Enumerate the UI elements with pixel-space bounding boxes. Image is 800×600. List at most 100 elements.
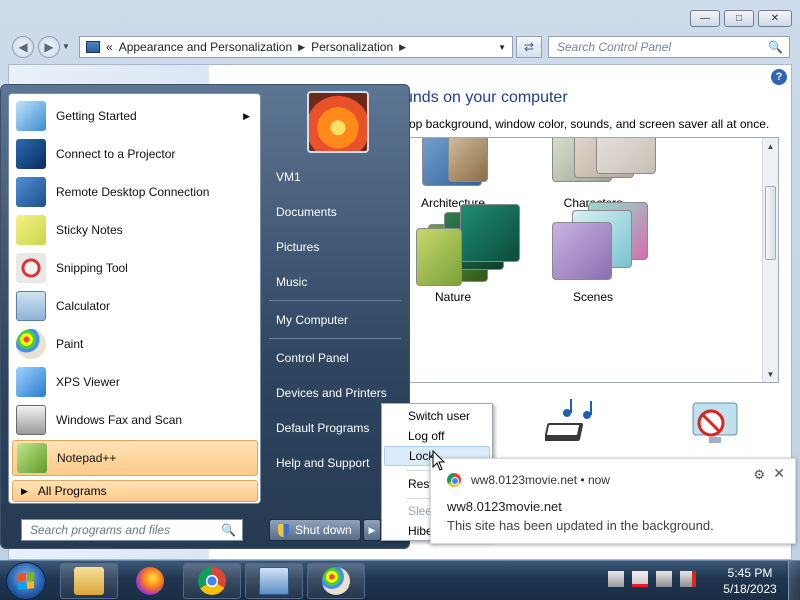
program-label: Connect to a Projector [56,147,176,161]
address-overflow[interactable]: « [106,40,113,54]
notification-title: ww8.0123movie.net [447,499,562,514]
system-tray [608,571,696,587]
taskbar-paint[interactable] [307,563,365,599]
show-desktop-button[interactable] [788,561,800,600]
minimize-button[interactable]: — [690,10,720,27]
taskbar-firefox[interactable] [121,563,179,599]
taskbar-chrome[interactable] [183,563,241,599]
taskbar-clock[interactable]: 5:45 PM 5/18/2023 [718,565,782,597]
program-label: Windows Fax and Scan [56,413,183,427]
screen-saver-icon[interactable] [685,397,745,451]
program-label: Paint [56,337,84,351]
close-button[interactable]: ✕ [758,10,792,27]
back-arrow-icon: ◀ [18,40,28,54]
chevron-right-icon: ▶ [368,524,376,535]
start-button[interactable] [6,562,46,600]
program-notepad-plus-plus[interactable]: Notepad++ [12,440,258,476]
program-remote-desktop[interactable]: Remote Desktop Connection [12,174,258,210]
back-button[interactable]: ◀ [12,36,34,58]
theme-thumbnail [552,222,612,280]
program-paint[interactable]: Paint [12,326,258,362]
flag-icon[interactable] [608,571,624,587]
forward-button[interactable]: ▶ [38,36,60,58]
start-menu: Getting Started ▶ Connect to a Projector… [0,84,410,549]
program-fax-scan[interactable]: Windows Fax and Scan [12,402,258,438]
themes-list: Architecture Characters Nature [407,137,779,383]
all-programs-label: All Programs [37,484,107,498]
start-item-control-panel[interactable]: Control Panel [266,344,406,372]
search-control-panel-input[interactable]: Search Control Panel 🔍 [548,36,790,58]
scroll-up-icon[interactable]: ▲ [763,138,778,154]
taskbar-control-panel[interactable] [245,563,303,599]
program-xps-viewer[interactable]: XPS Viewer [12,364,258,400]
theme-label: Nature [434,290,472,304]
program-label: Notepad++ [57,451,117,465]
network-icon[interactable] [656,571,672,587]
start-item-vm1[interactable]: VM1 [266,163,406,191]
sounds-icon[interactable] [544,397,605,451]
program-label: XPS Viewer [56,375,120,389]
breadcrumb-personalization[interactable]: Personalization [311,40,393,54]
volume-muted-icon[interactable] [680,571,696,587]
themes-scrollbar[interactable]: ▲ ▼ [762,138,778,382]
theme-characters[interactable]: Characters [528,138,658,210]
program-connect-projector[interactable]: Connect to a Projector [12,136,258,172]
xps-viewer-icon [16,367,46,397]
gear-icon[interactable]: ⚙ [753,467,765,483]
scroll-down-icon[interactable]: ▼ [763,366,778,382]
recent-pages-dropdown[interactable]: ▼ [62,42,70,51]
start-item-documents[interactable]: Documents [266,198,406,226]
help-icon[interactable]: ? [771,69,787,85]
calculator-icon [16,291,46,321]
refresh-button[interactable]: ⇄ [516,36,542,58]
submenu-arrow-icon[interactable]: ▶ [243,111,250,122]
breadcrumb-separator-icon[interactable]: ▶ [399,42,406,53]
start-item-my-computer[interactable]: My Computer [266,306,406,334]
menu-item-switch-user[interactable]: Switch user [384,406,490,426]
all-programs-arrow-icon: ▶ [21,485,28,496]
start-menu-divider [269,338,401,339]
refresh-icon: ⇄ [523,40,535,54]
start-item-pictures[interactable]: Pictures [266,233,406,261]
address-dropdown-icon[interactable]: ▼ [498,43,506,52]
control-panel-icon [86,41,100,53]
chrome-notification[interactable]: ww8.0123movie.net • now ⚙ ✕ ww8.0123movi… [430,458,796,544]
taskbar: 5:45 PM 5/18/2023 [0,560,800,600]
clock-time: 5:45 PM [727,566,773,580]
theme-scenes[interactable]: Scenes [528,202,658,304]
menu-item-log-off[interactable]: Log off [384,426,490,446]
page-heading: unds on your computer [404,89,568,106]
notification-source: ww8.0123movie.net • now [471,473,610,487]
program-calculator[interactable]: Calculator [12,288,258,324]
theme-label: Scenes [572,290,614,304]
maximize-button[interactable]: □ [724,10,754,27]
shutdown-button[interactable]: Shut down [269,519,361,541]
program-sticky-notes[interactable]: Sticky Notes [12,212,258,248]
search-icon[interactable]: 🔍 [221,523,236,537]
taskbar-explorer[interactable] [60,563,118,599]
user-picture[interactable] [307,91,369,153]
notification-dot: • [580,473,588,487]
theme-architecture[interactable]: Architecture [408,138,518,210]
close-icon[interactable]: ✕ [773,465,785,482]
search-icon[interactable]: 🔍 [768,40,783,54]
snipping-tool-icon [16,253,46,283]
program-label: Remote Desktop Connection [56,185,210,199]
program-getting-started[interactable]: Getting Started ▶ [12,98,258,134]
shutdown-options-button[interactable]: ▶ [363,519,381,541]
chrome-icon [198,567,226,595]
breadcrumb-separator-icon[interactable]: ▶ [298,42,305,53]
action-center-icon[interactable] [632,571,648,587]
uac-shield-icon [278,523,289,537]
program-snipping-tool[interactable]: Snipping Tool [12,250,258,286]
breadcrumb-appearance[interactable]: Appearance and Personalization [119,40,292,54]
start-menu-divider [269,300,401,301]
start-search-input[interactable]: Search programs and files 🔍 [21,519,243,541]
scroll-thumb[interactable] [765,186,776,260]
programs-pane: Getting Started ▶ Connect to a Projector… [8,93,261,504]
address-bar[interactable]: « Appearance and Personalization ▶ Perso… [79,36,513,58]
theme-nature[interactable]: Nature [408,204,520,304]
notification-body: This site has been updated in the backgr… [447,518,714,533]
all-programs-button[interactable]: ▶ All Programs [12,480,258,502]
start-item-music[interactable]: Music [266,268,406,296]
